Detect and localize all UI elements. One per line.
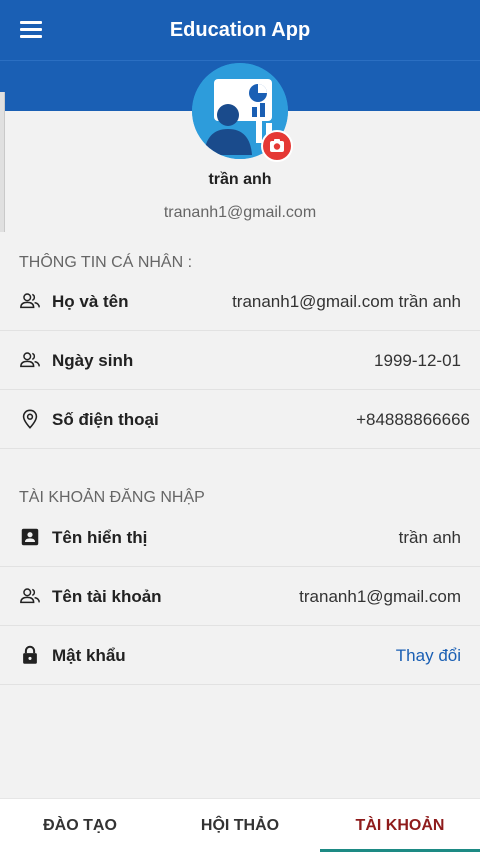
- row-phone[interactable]: Số điện thoại +84888866666: [0, 390, 480, 449]
- row-label: Tên hiển thị: [52, 528, 148, 547]
- row-label: Số điện thoại: [52, 410, 159, 429]
- id-card-icon: [21, 528, 39, 546]
- section-personal-info-title: THÔNG TIN CÁ NHÂN :: [19, 254, 193, 271]
- row-label: Mật khẩu: [52, 646, 126, 665]
- row-label: Tên tài khoản: [52, 587, 162, 606]
- row-value: +84888866666: [356, 410, 470, 429]
- change-avatar-button[interactable]: [261, 130, 293, 162]
- profile-email: trananh1@gmail.com: [163, 204, 317, 221]
- change-password-link[interactable]: Thay đổi: [396, 626, 461, 685]
- app-bar: Education App: [0, 0, 480, 60]
- row-password: Mật khẩu Thay đổi: [0, 626, 480, 685]
- row-label: Ngày sinh: [52, 351, 134, 370]
- row-birth-date[interactable]: Ngày sinh 1999-12-01: [0, 331, 480, 390]
- row-username[interactable]: Tên tài khoản trananh1@gmail.com: [0, 567, 480, 626]
- people-icon: [20, 588, 40, 604]
- active-tab-indicator: [320, 849, 480, 852]
- camera-icon: [270, 139, 284, 152]
- people-icon: [20, 352, 40, 368]
- row-label: Họ và tên: [52, 292, 129, 311]
- location-pin-icon: [22, 409, 38, 429]
- lock-icon: [23, 645, 37, 664]
- row-value: trananh1@gmail.com trần anh: [232, 292, 461, 311]
- row-display-name[interactable]: Tên hiển thị trần anh: [0, 508, 480, 567]
- tab-dao-tao[interactable]: ĐÀO TẠO: [0, 799, 160, 851]
- tab-hoi-thao[interactable]: HỘI THẢO: [160, 799, 320, 851]
- tab-tai-khoan[interactable]: TÀI KHOẢN: [320, 799, 480, 851]
- section-account-title: TÀI KHOẢN ĐĂNG NHẬP: [19, 489, 205, 506]
- row-value: trananh1@gmail.com: [299, 587, 461, 606]
- row-value: 1999-12-01: [374, 351, 461, 370]
- row-value: trần anh: [398, 528, 461, 547]
- people-icon: [20, 293, 40, 309]
- app-title: Education App: [169, 19, 311, 41]
- row-full-name[interactable]: Họ và tên trananh1@gmail.com trần anh: [0, 272, 480, 331]
- bottom-navigation: ĐÀO TẠO HỘI THẢO TÀI KHOẢN: [0, 798, 480, 854]
- profile-name: trần anh: [208, 171, 272, 188]
